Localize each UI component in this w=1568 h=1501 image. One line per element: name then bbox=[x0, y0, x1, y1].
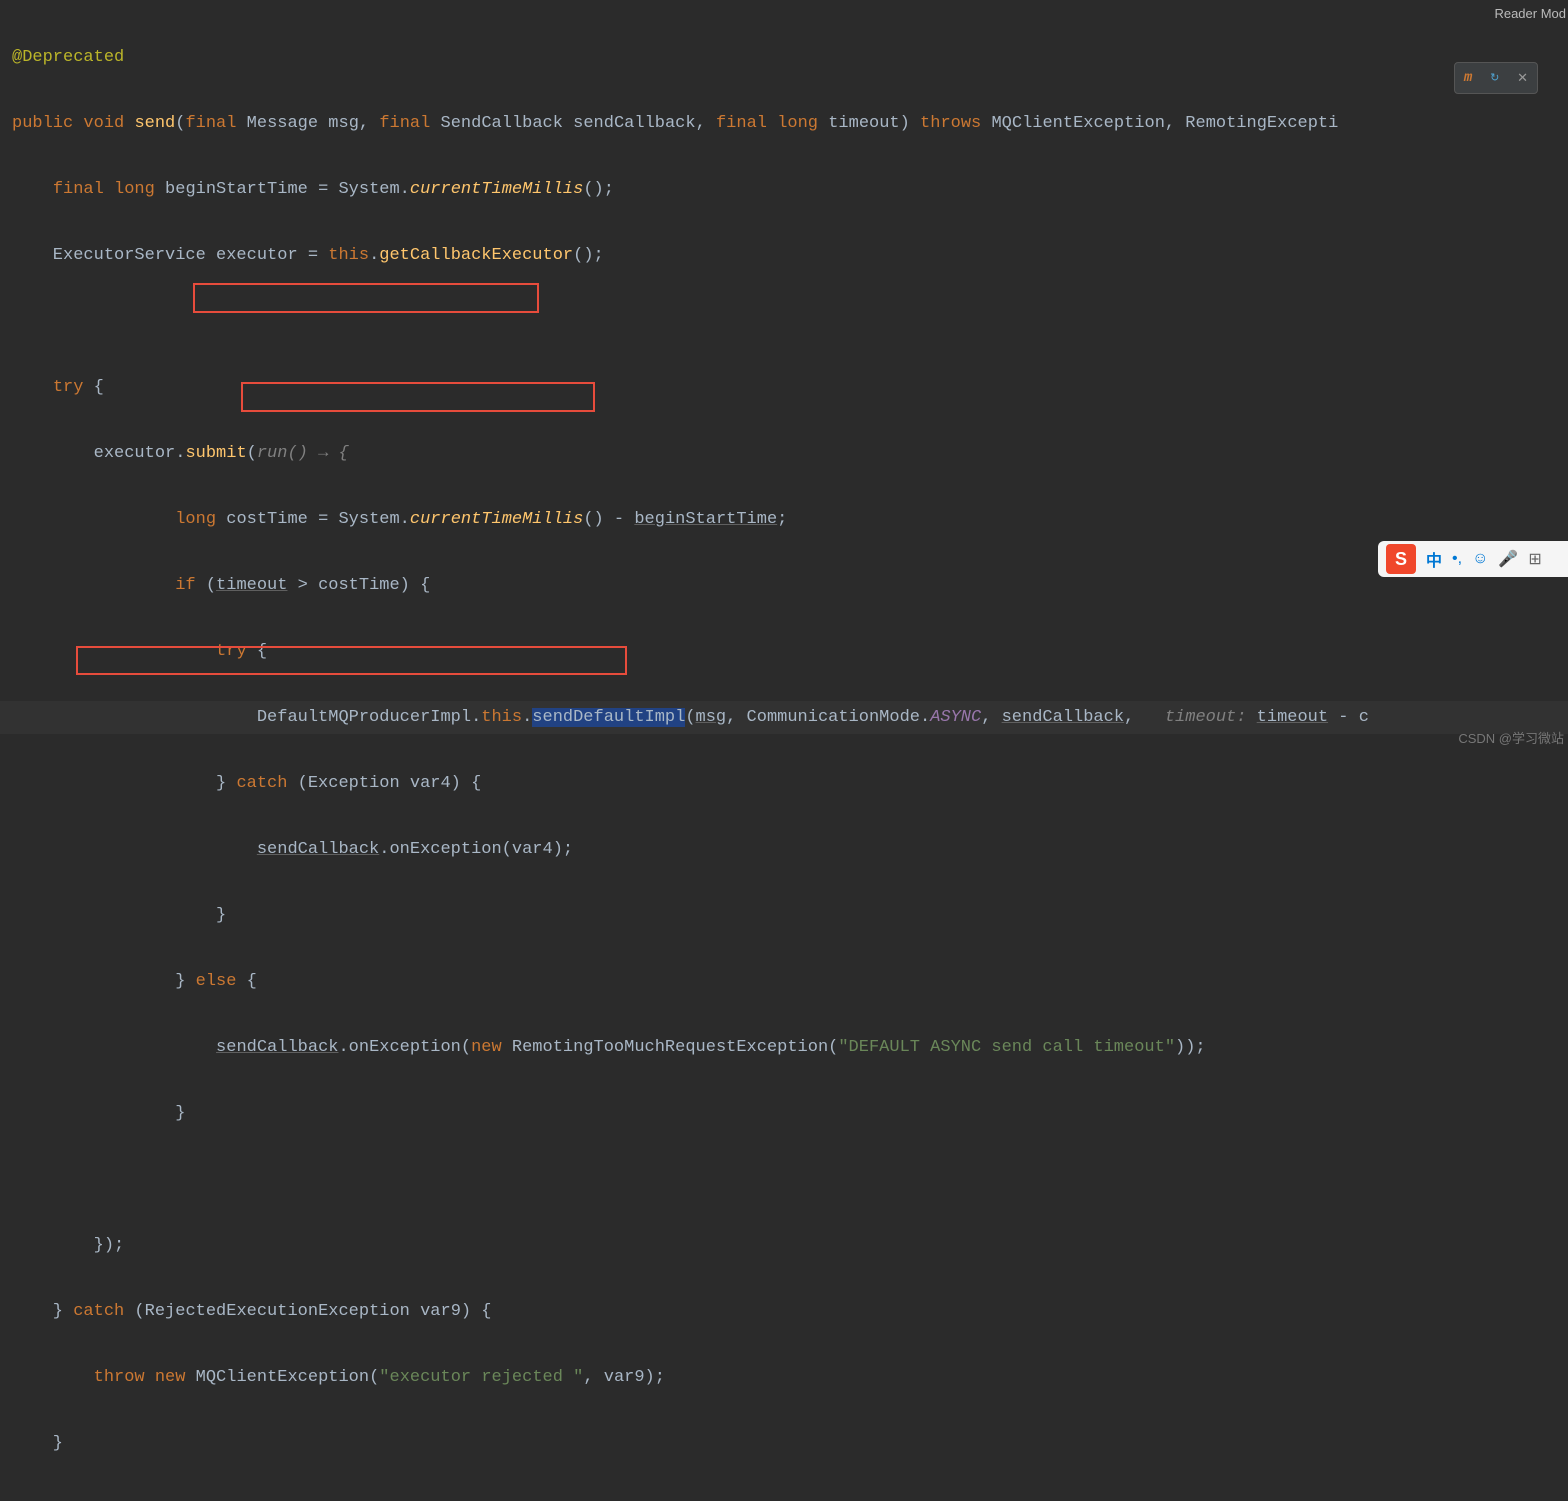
ime-toolbar[interactable]: S 中 •, ☺ 🎤 ⊞ bbox=[1378, 541, 1568, 577]
highlight-box-if bbox=[193, 283, 539, 313]
highlight-box-catch-inner bbox=[241, 382, 595, 412]
ime-emoji-icon[interactable]: ☺ bbox=[1472, 550, 1488, 568]
csdn-watermark: CSDN @学习微站 bbox=[1458, 728, 1564, 747]
floating-tool-widget[interactable]: m ↻ ✕ bbox=[1454, 62, 1538, 94]
sogou-icon[interactable]: S bbox=[1386, 544, 1416, 574]
ime-mic-icon[interactable]: 🎤 bbox=[1498, 549, 1518, 569]
ime-more-icon[interactable]: ⊞ bbox=[1528, 549, 1541, 569]
close-icon[interactable]: ✕ bbox=[1517, 71, 1528, 86]
highlight-box-catch-outer bbox=[76, 646, 627, 675]
ime-punct-icon[interactable]: •, bbox=[1452, 550, 1462, 568]
refresh-icon[interactable]: ↻ bbox=[1490, 71, 1499, 85]
code-editor[interactable]: @Deprecated public void send(final Messa… bbox=[0, 0, 1568, 1501]
selected-text: sendDefaultImpl bbox=[532, 708, 685, 727]
maven-icon[interactable]: m bbox=[1464, 70, 1472, 86]
annotation-deprecated: @Deprecated bbox=[12, 48, 124, 67]
ime-lang-toggle[interactable]: 中 bbox=[1426, 547, 1442, 571]
